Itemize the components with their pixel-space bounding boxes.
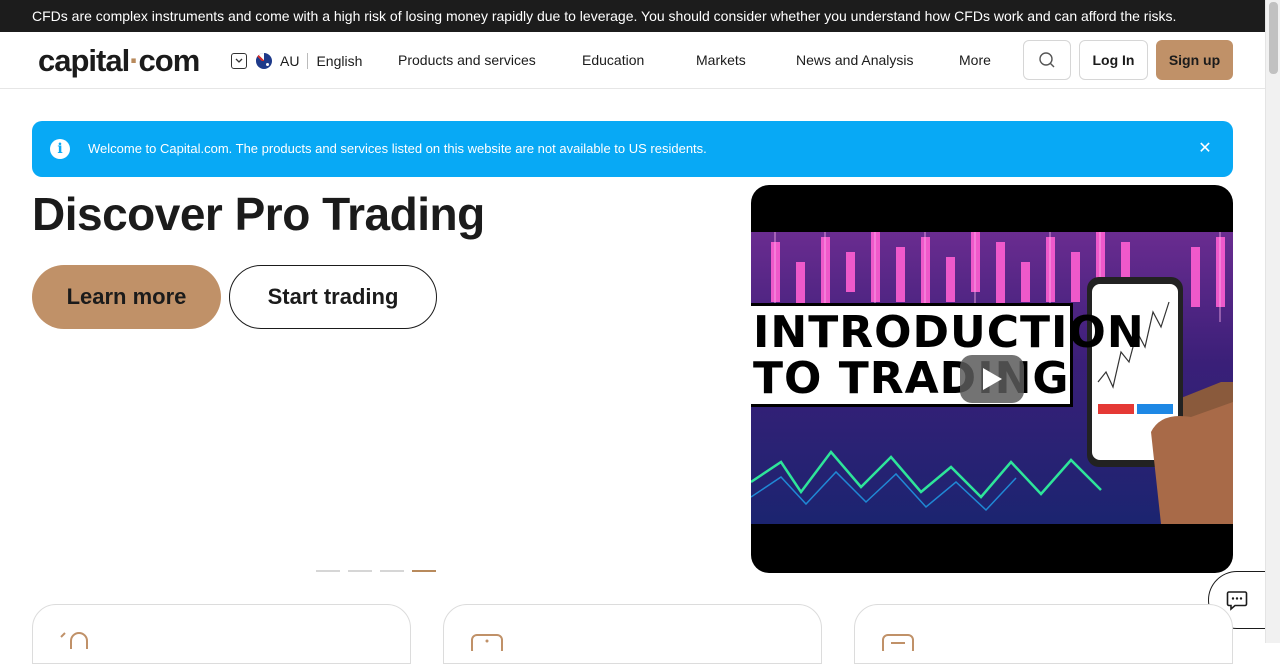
feature-card[interactable] [443, 604, 822, 664]
feature-card[interactable] [32, 604, 411, 664]
australia-flag-icon [256, 53, 272, 69]
nav-education[interactable]: Education [582, 52, 644, 68]
page-scrollbar[interactable] [1265, 0, 1280, 643]
chat-icon [1226, 591, 1248, 611]
feature-card[interactable] [854, 604, 1233, 664]
carousel-dot-active[interactable] [412, 570, 436, 572]
locale-divider [307, 53, 309, 69]
feature-icon [471, 634, 503, 651]
nav-news-and-analysis[interactable]: News and Analysis [796, 52, 914, 68]
logo-dot: · [129, 43, 139, 78]
carousel-indicators [316, 570, 436, 572]
country-code: AU [280, 53, 300, 69]
logo-text-left: capital [38, 43, 130, 78]
search-button[interactable] [1023, 40, 1071, 80]
nav-markets[interactable]: Markets [696, 52, 746, 68]
site-header: capital·com AU English Products and serv… [0, 32, 1265, 89]
carousel-dot[interactable] [348, 570, 372, 572]
logo[interactable]: capital·com [38, 43, 201, 79]
carousel-dot[interactable] [380, 570, 404, 572]
scrollbar-thumb[interactable] [1269, 2, 1278, 74]
play-icon [983, 368, 1002, 390]
play-button[interactable] [960, 355, 1024, 403]
notice-text: Welcome to Capital.com. The products and… [88, 141, 707, 156]
us-residents-notice: i Welcome to Capital.com. The products a… [32, 121, 1233, 177]
nav-products-and-services[interactable]: Products and services [398, 52, 536, 68]
risk-warning-bar: CFDs are complex instruments and come wi… [0, 0, 1265, 32]
start-trading-button[interactable]: Start trading [229, 265, 437, 329]
video-caption-line1: INTRODUCTION [753, 307, 1145, 358]
info-icon: i [50, 139, 70, 159]
hero-title: Discover Pro Trading [32, 188, 485, 240]
signup-button[interactable]: Sign up [1156, 40, 1233, 80]
carousel-dot[interactable] [316, 570, 340, 572]
learn-more-button[interactable]: Learn more [32, 265, 221, 329]
feature-icon [882, 634, 914, 651]
search-icon [1039, 52, 1055, 68]
locale-selector[interactable]: AU English [231, 51, 362, 71]
nav-more[interactable]: More [959, 52, 991, 68]
risk-warning-text: CFDs are complex instruments and come wi… [32, 8, 1177, 24]
logo-text-right: com [138, 43, 201, 78]
login-button[interactable]: Log In [1079, 40, 1148, 80]
chevron-down-icon[interactable] [231, 53, 247, 69]
language-label[interactable]: English [316, 53, 362, 69]
feature-icon [60, 632, 88, 649]
video-player[interactable]: INTRODUCTION TO TRADING [751, 185, 1233, 573]
close-icon[interactable]: ✕ [1196, 138, 1214, 160]
